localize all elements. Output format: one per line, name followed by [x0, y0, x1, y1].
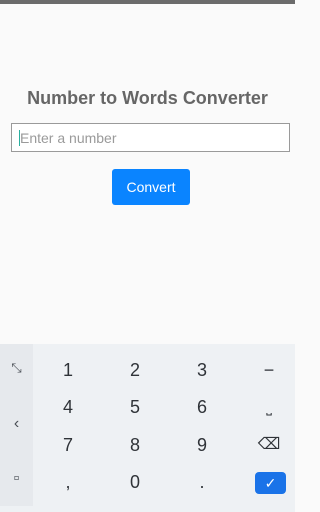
number-input[interactable]: Enter a number — [11, 123, 290, 152]
key-5[interactable]: 5 — [107, 389, 163, 425]
chevron-left-icon[interactable]: ‹ — [0, 415, 33, 433]
key-period[interactable]: . — [174, 464, 230, 500]
done-check-icon[interactable]: ✓ — [255, 472, 286, 494]
key-6[interactable]: 6 — [174, 389, 230, 425]
key-1[interactable]: 1 — [40, 352, 96, 388]
numeric-keyboard: ⤡ ‹ ▫ 1 2 3 − 4 5 6 ⎵ 7 8 9 ⌫ , 0 . ✓ — [0, 344, 295, 506]
navigation-strip — [0, 506, 295, 512]
key-7[interactable]: 7 — [40, 427, 96, 463]
key-3[interactable]: 3 — [174, 352, 230, 388]
input-placeholder: Enter a number — [20, 130, 117, 146]
backspace-icon[interactable]: ⌫ — [241, 427, 297, 463]
key-comma[interactable]: , — [40, 464, 96, 500]
app-screen: Number to Words Converter Enter a number… — [0, 4, 295, 344]
key-4[interactable]: 4 — [40, 389, 96, 425]
space-key-icon[interactable]: ⎵ — [241, 389, 297, 425]
expand-icon[interactable]: ⤡ — [0, 360, 33, 376]
key-minus[interactable]: − — [241, 352, 297, 388]
key-0[interactable]: 0 — [107, 464, 163, 500]
keyboard-side-panel: ⤡ ‹ ▫ — [0, 344, 33, 506]
picture-in-picture-icon[interactable]: ▫ — [0, 470, 33, 488]
key-8[interactable]: 8 — [107, 427, 163, 463]
key-9[interactable]: 9 — [174, 427, 230, 463]
page-title: Number to Words Converter — [27, 88, 268, 108]
convert-button[interactable]: Convert — [112, 169, 190, 205]
key-2[interactable]: 2 — [107, 352, 163, 388]
